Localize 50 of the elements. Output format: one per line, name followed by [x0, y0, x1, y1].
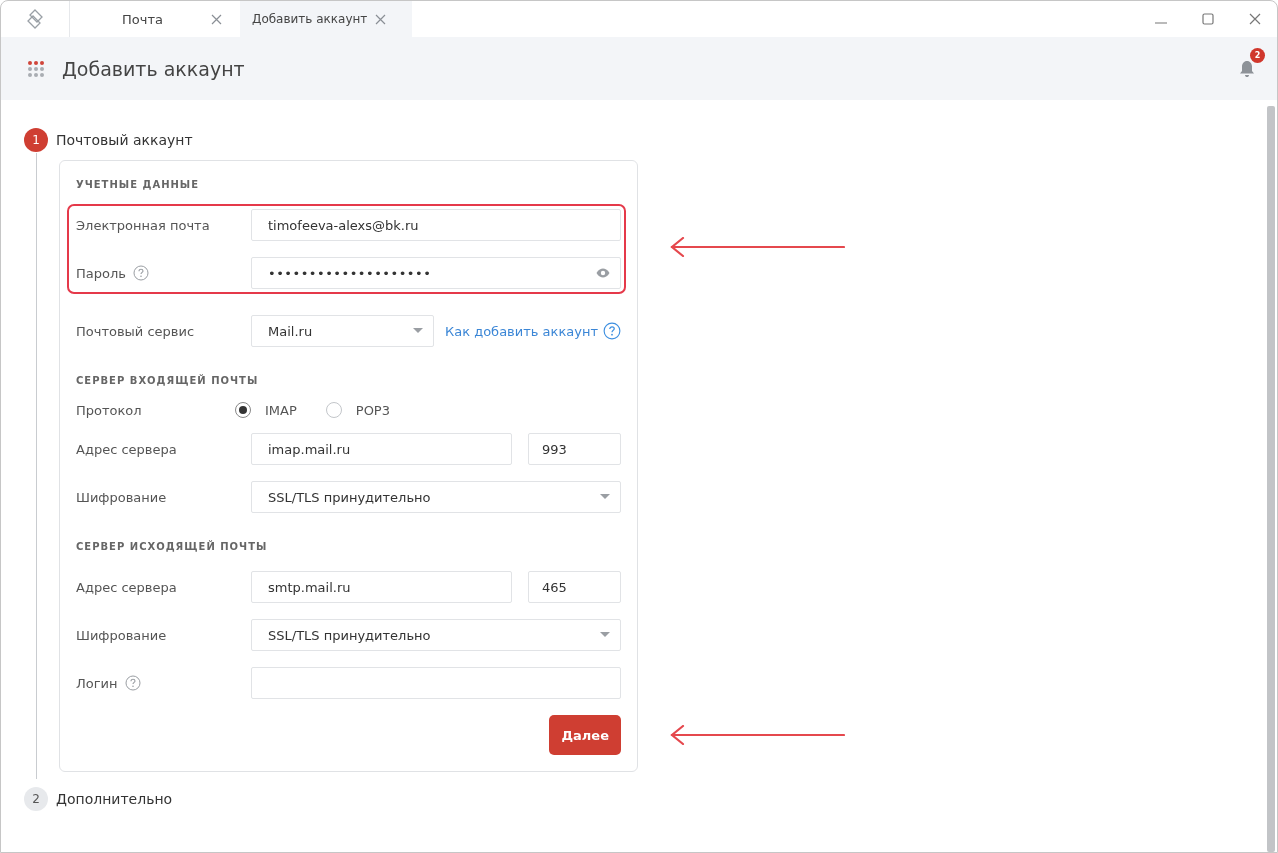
section-heading: СЕРВЕР ВХОДЯЩЕЙ ПОЧТЫ: [76, 373, 260, 388]
help-icon[interactable]: [132, 265, 149, 281]
radio-button[interactable]: [235, 402, 251, 418]
input-field[interactable]: timofeeva-alexs@bk.ru: [251, 209, 621, 241]
input-field[interactable]: ••••••••••••••••••••: [251, 257, 621, 289]
next-button[interactable]: Далее: [549, 715, 621, 755]
field-label: Протокол: [76, 402, 142, 418]
eye-icon[interactable]: [596, 268, 610, 278]
field-label: Пароль: [76, 265, 126, 281]
notification-count: 2: [1250, 47, 1265, 63]
help-icon[interactable]: [124, 675, 141, 691]
radio-button[interactable]: [325, 402, 342, 418]
port-field[interactable]: 465: [528, 571, 621, 603]
help-icon[interactable]: [603, 322, 621, 340]
radio-label[interactable]: POP3: [355, 402, 390, 418]
port-field[interactable]: 993: [528, 433, 621, 465]
caret-icon: [600, 632, 610, 638]
input-field[interactable]: imap.mail.ru: [251, 433, 512, 465]
dropdown[interactable]: SSL/TLS принудительно: [251, 481, 621, 513]
caret-icon: [413, 328, 423, 334]
step-title: Почтовый аккаунт: [56, 132, 193, 148]
tab[interactable]: Почта: [70, 1, 240, 37]
field-label: Почтовый сервис: [76, 323, 195, 339]
tab[interactable]: Добавить аккаунт: [240, 1, 412, 37]
step-number: 2: [24, 787, 48, 811]
scrollbar[interactable]: [1267, 106, 1275, 852]
page-title: Добавить аккаунт: [62, 57, 245, 80]
field-label: Адрес сервера: [76, 441, 177, 457]
apps-menu-icon[interactable]: [27, 59, 45, 78]
dropdown[interactable]: Mail.ru: [251, 315, 434, 347]
help-link[interactable]: Как добавить аккаунт: [445, 323, 598, 339]
step-title: Дополнительно: [56, 791, 173, 807]
input-field[interactable]: smtp.mail.ru: [251, 571, 512, 603]
radio-label[interactable]: IMAP: [265, 402, 297, 418]
input-field[interactable]: [251, 667, 621, 699]
field-label: Логин: [76, 675, 118, 691]
field-label: Электронная почта: [76, 217, 210, 233]
field-label: Шифрование: [76, 489, 167, 505]
section-heading: УЧЕТНЫЕ ДАННЫЕ: [76, 178, 201, 192]
maximize-icon[interactable]: [1202, 13, 1214, 25]
caret-icon: [600, 494, 610, 500]
field-label: Шифрование: [76, 627, 167, 643]
dropdown[interactable]: SSL/TLS принудительно: [251, 619, 621, 651]
field-label: Адрес сервера: [76, 579, 177, 595]
close-icon[interactable]: [1249, 13, 1261, 25]
close-icon[interactable]: [375, 13, 387, 25]
notifications-icon[interactable]: [1239, 59, 1255, 78]
close-icon[interactable]: [211, 13, 222, 25]
step-number: 1: [24, 128, 48, 152]
section-heading: СЕРВЕР ИСХОДЯЩЕЙ ПОЧТЫ: [76, 539, 269, 554]
